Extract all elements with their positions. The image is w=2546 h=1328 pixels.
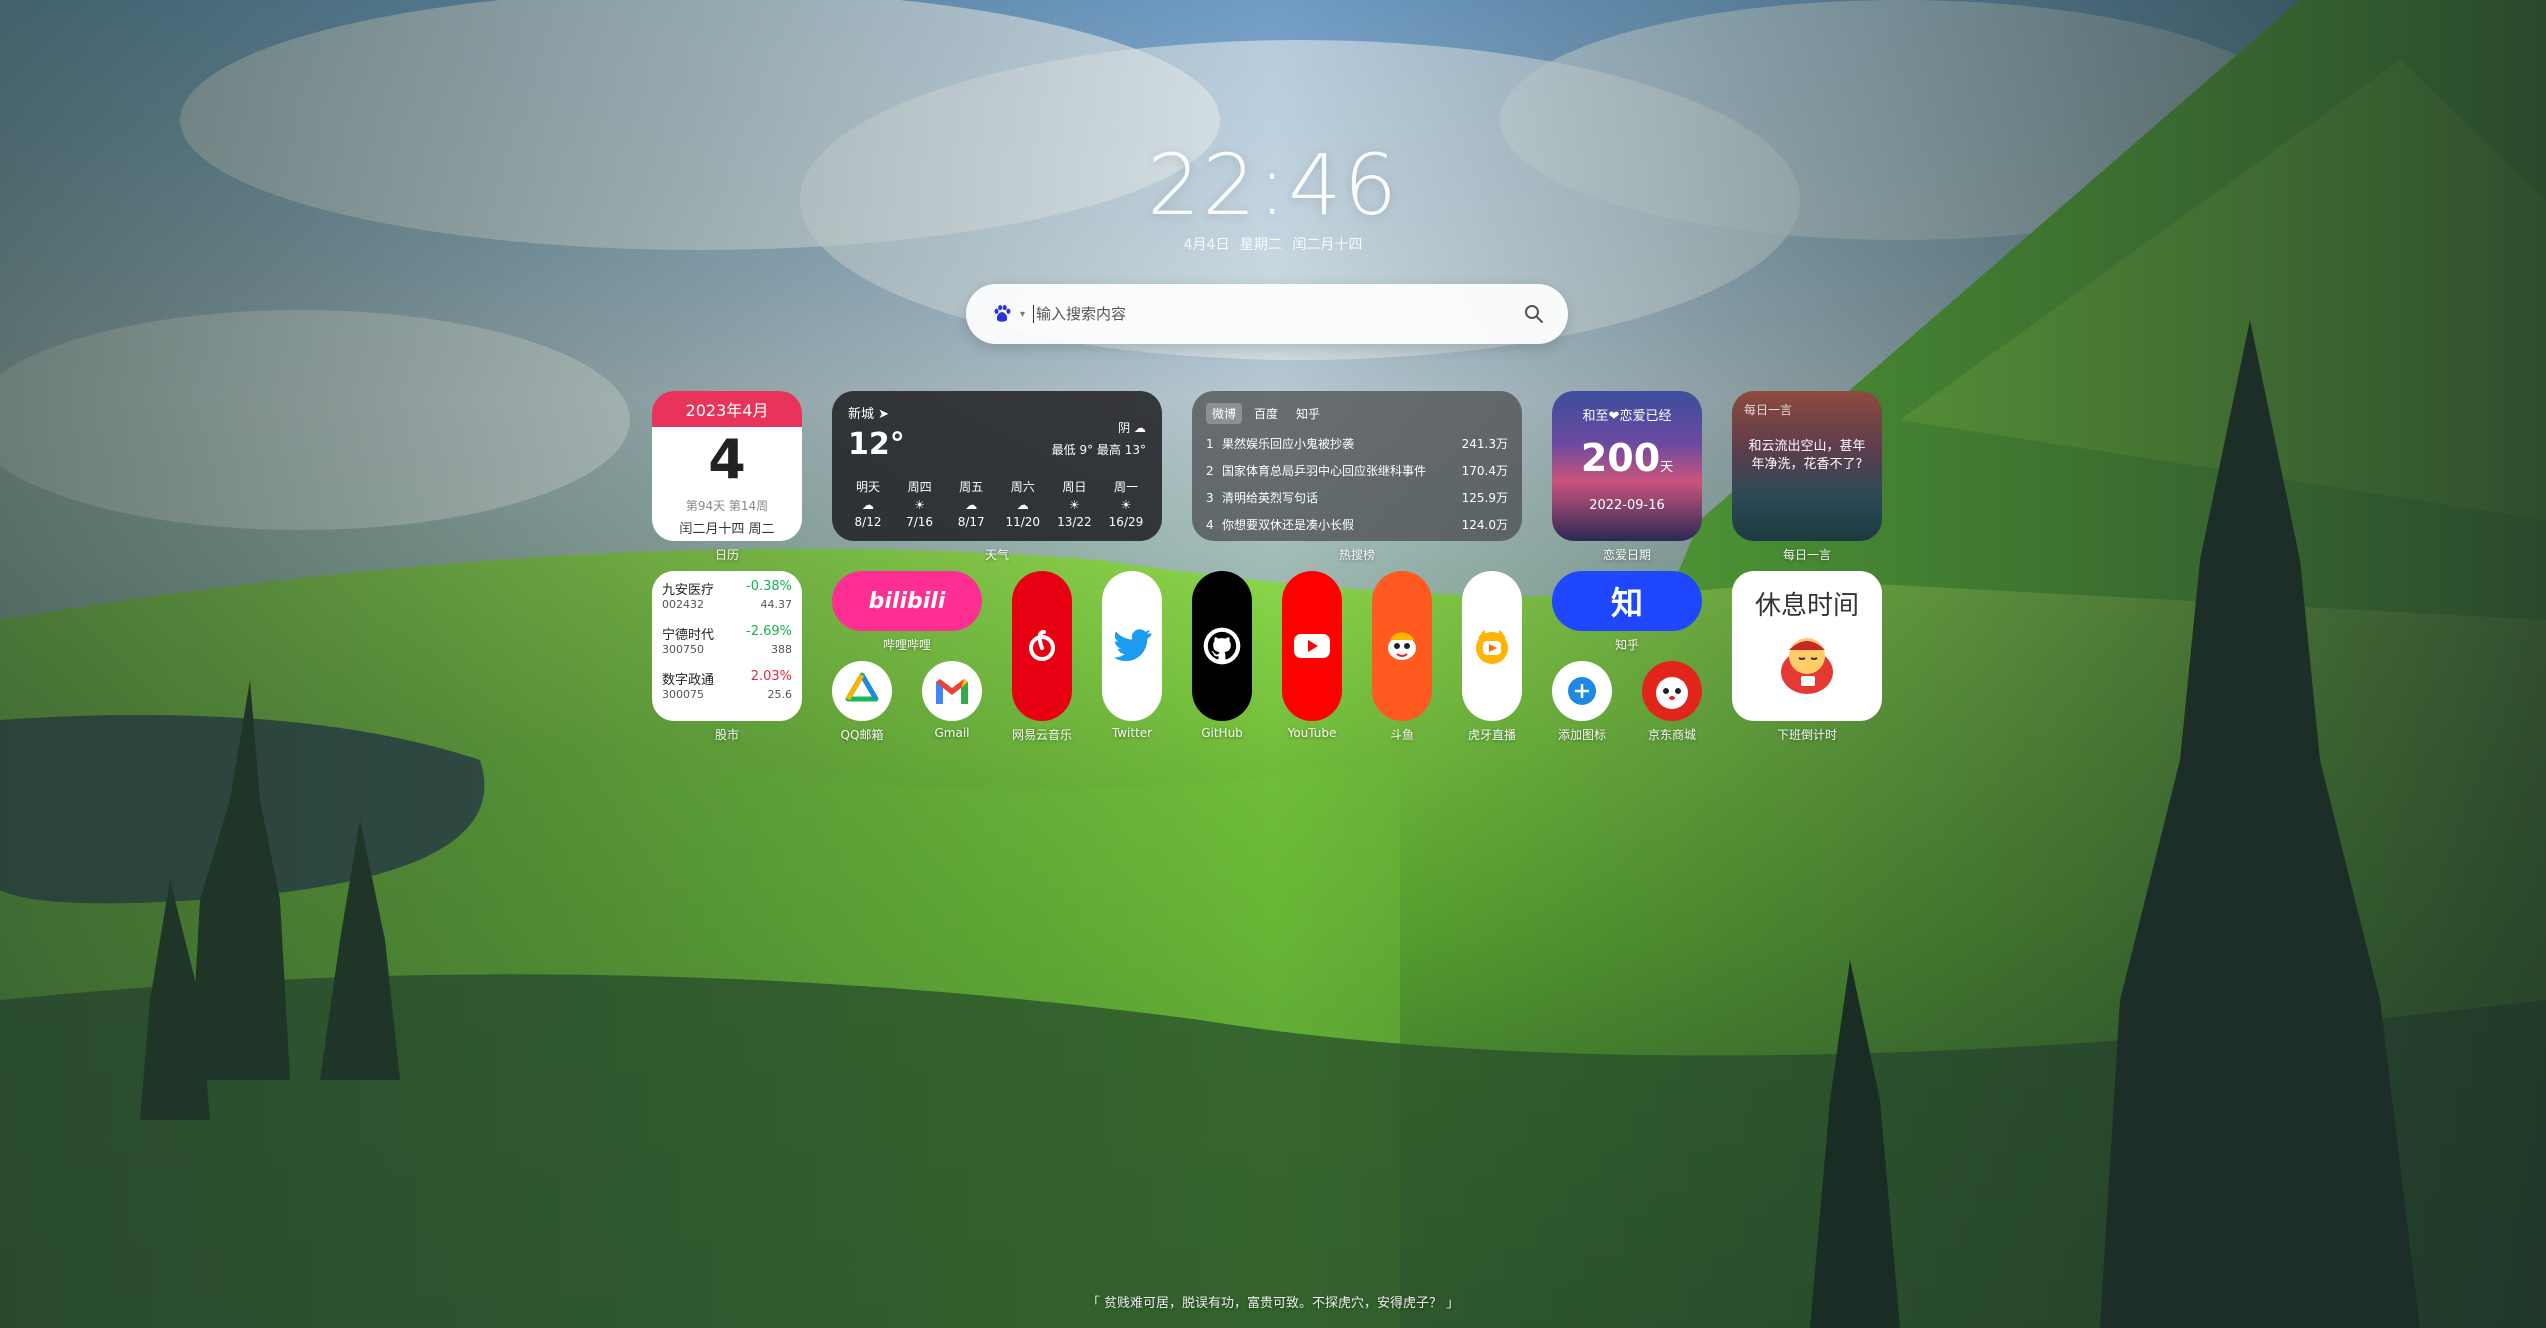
tab-baidu[interactable]: 百度 — [1248, 403, 1284, 424]
douyu-icon[interactable] — [1372, 571, 1432, 721]
forecast-day: 明天 ☁ 8/12 — [844, 478, 892, 529]
tab-weibo[interactable]: 微博 — [1206, 403, 1243, 424]
qq-mail-icon[interactable] — [832, 661, 892, 721]
github-label: GitHub — [1201, 726, 1243, 740]
twitter-label: Twitter — [1111, 726, 1153, 740]
github-icon[interactable] — [1192, 571, 1252, 721]
huya-icon[interactable] — [1462, 571, 1522, 721]
jd-label: 京东商城 — [1647, 728, 1696, 742]
hot-item[interactable]: 2 国家体育总局乒羽中心回应张继科事件 170.4万 — [1206, 457, 1508, 484]
hot-search-label: 热搜榜 — [1338, 548, 1375, 562]
daily-quote-widget[interactable]: 每日一言 和云流出空山，甚年年净洗，花香不了? — [1732, 391, 1882, 541]
bottom-quote: 「 贫贱难可居，脱误有功，富贵可致。不探虎穴，安得虎子？ 」 — [1086, 1296, 1460, 1311]
zhihu-label: 知乎 — [1614, 638, 1639, 652]
cloud-icon: ☁ — [862, 498, 874, 512]
clock-date: 4月4日 星期二 闰二月十四 — [1183, 237, 1363, 253]
cloud-icon: ☁ — [965, 498, 978, 512]
love-date: 2022-09-16 — [1589, 498, 1665, 513]
weather-label: 天气 — [984, 548, 1009, 562]
cloud-icon: ☁ — [1016, 498, 1029, 512]
search-input[interactable] — [1036, 305, 1522, 323]
stock-widget[interactable]: 九安医疗 -0.38% 002432 44.37 宁德时代 -2.69% 300750… — [652, 571, 802, 721]
sun-icon: ☀ — [1120, 498, 1132, 512]
calendar-lunar: 闰二月十四 周二 — [679, 522, 775, 537]
quote-label: 每日一言 — [1782, 548, 1831, 562]
sleepy-mascot-icon — [1781, 638, 1833, 694]
love-days: 200天 — [1580, 436, 1674, 480]
stock-item: 九安医疗 -0.38% 002432 44.37 — [662, 579, 792, 611]
twitter-icon[interactable] — [1102, 571, 1162, 721]
hot-item[interactable]: 4 你想要双休还是凑小长假 124.0万 — [1206, 511, 1508, 538]
text-cursor — [1033, 305, 1035, 323]
rest-countdown-widget[interactable]: 休息时间 — [1732, 571, 1882, 721]
forecast-day: 周一 ☀ 16/29 — [1102, 478, 1150, 529]
zhihu-icon[interactable]: 知 — [1552, 571, 1702, 631]
calendar-week: 第94天 第14周 — [685, 499, 769, 513]
quote-title: 每日一言 — [1744, 403, 1793, 417]
sun-icon: ☀ — [914, 498, 925, 512]
calendar-day: 4 — [708, 428, 746, 491]
forecast-day: 周五 ☁ 8/17 — [947, 478, 995, 529]
douyu-label: 斗鱼 — [1389, 728, 1414, 742]
love-days-widget[interactable]: 和至❤恋爱已经 200天 2022-09-16 — [1552, 391, 1702, 541]
cloud-icon: ☁ — [1134, 421, 1146, 435]
weather-forecast: 明天 ☁ 8/12 周四 ☀ 7/16 周五 ☁ 8/17 周六 ☁ 11/20 周日 ☀ 13/2… — [844, 478, 1150, 529]
bilibili-label: 哔哩哔哩 — [882, 638, 931, 652]
hot-tabs: 微博 百度 知乎 — [1206, 403, 1508, 424]
gmail-label: Gmail — [934, 726, 970, 740]
gmail-icon[interactable] — [922, 661, 982, 721]
qq-mail-label: QQ邮箱 — [840, 728, 884, 742]
hot-item[interactable]: 3 清明给英烈写句话 125.9万 — [1206, 484, 1508, 511]
weather-city: 新城 ➤ — [848, 407, 890, 422]
search-bar[interactable]: ▾ — [966, 284, 1568, 344]
tab-zhihu[interactable]: 知乎 — [1290, 403, 1326, 424]
rest-label: 下班倒计时 — [1776, 728, 1837, 742]
quote-text: 和云流出空山，甚年年净洗，花香不了? — [1748, 439, 1866, 472]
location-arrow-icon: ➤ — [878, 407, 890, 422]
calendar-month: 2023年4月 — [652, 391, 802, 427]
weather-widget[interactable]: 新城 ➤ 12° 阴 ☁ 最低 9° 最高 13° 明天 ☁ 8/12 周四 ☀ 7/1… — [832, 391, 1162, 541]
stock-label: 股市 — [714, 728, 739, 742]
weather-range: 最低 9° 最高 13° — [1051, 443, 1146, 457]
forecast-day: 周六 ☁ 11/20 — [999, 478, 1047, 529]
calendar-label: 日历 — [714, 548, 739, 562]
love-title: 和至❤恋爱已经 — [1582, 409, 1672, 424]
netease-label: 网易云音乐 — [1011, 728, 1072, 742]
forecast-day: 周四 ☀ 7/16 — [896, 478, 944, 529]
hot-search-widget[interactable]: 微博 百度 知乎 1 果然娱乐回应小鬼被抄袭 241.3万 2 国家体育总局乒羽中心回… — [1192, 391, 1522, 541]
hot-item[interactable]: 1 果然娱乐回应小鬼被抄袭 241.3万 — [1206, 430, 1508, 457]
add-icon-label: 添加图标 — [1557, 728, 1606, 742]
rest-title: 休息时间 — [1754, 591, 1859, 621]
stock-item: 宁德时代 -2.69% 300750 388 — [662, 624, 792, 656]
add-icon-button[interactable] — [1552, 661, 1612, 721]
weather-condition: 阴 ☁ — [1118, 421, 1146, 435]
clock-widget: 22:46 4月4日 星期二 闰二月十四 — [0, 136, 2546, 254]
clock-time: 22:46 — [1146, 136, 1400, 234]
youtube-icon[interactable] — [1282, 571, 1342, 721]
chevron-down-icon[interactable]: ▾ — [1020, 309, 1025, 320]
bilibili-icon[interactable]: bilibili — [832, 571, 982, 631]
calendar-widget[interactable]: 2023年4月 4 第94天 第14周 闰二月十四 周二 — [652, 391, 802, 541]
search-icon[interactable] — [1522, 302, 1546, 326]
youtube-label: YouTube — [1287, 726, 1337, 740]
forecast-day: 周日 ☀ 13/22 — [1050, 478, 1098, 529]
plus-icon — [1568, 677, 1596, 705]
huya-label: 虎牙直播 — [1467, 728, 1516, 742]
weather-temp: 12° — [848, 427, 905, 462]
jd-icon[interactable] — [1642, 661, 1702, 721]
netease-music-icon[interactable] — [1012, 571, 1072, 721]
love-label: 恋爱日期 — [1602, 548, 1651, 562]
sun-icon: ☀ — [1068, 498, 1080, 512]
baidu-paw-icon[interactable] — [988, 300, 1016, 328]
stock-item: 数字政通 2.03% 300075 25.6 — [662, 669, 792, 701]
